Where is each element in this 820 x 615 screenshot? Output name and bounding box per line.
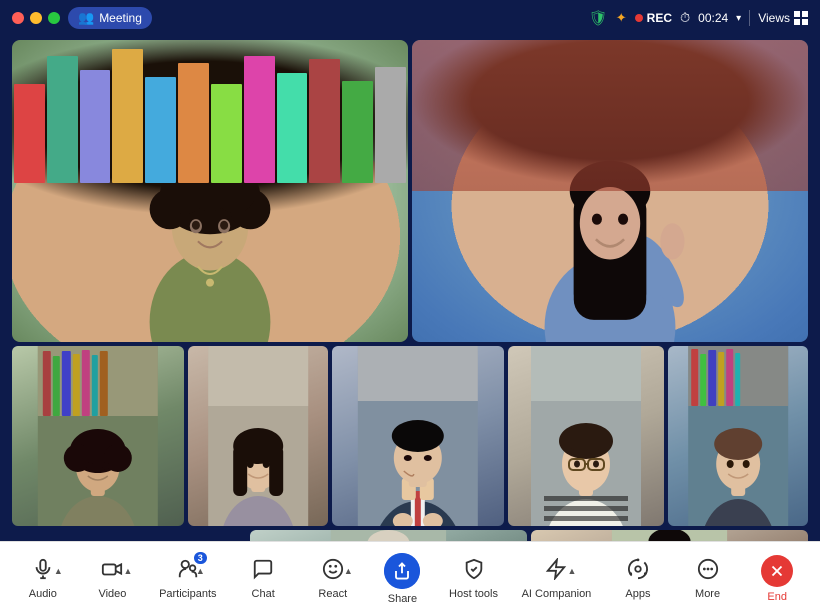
apps-icon (627, 558, 649, 584)
video-label: Video (98, 588, 126, 600)
main-video-area (0, 36, 820, 346)
ai-companion-icon-row: ▲ (545, 558, 567, 584)
audio-icon-row: ▲ (32, 558, 54, 584)
end-button[interactable]: End (750, 549, 804, 609)
gallery-tile-2 (188, 346, 328, 526)
gallery-tile-3 (332, 346, 504, 526)
participant-2-frame (412, 40, 808, 342)
rec-badge: REC (635, 11, 672, 25)
bookshelf-bg-2 (412, 40, 808, 191)
titlebar-left: 👥 Meeting (12, 7, 152, 29)
share-icon-row (384, 553, 420, 589)
react-button[interactable]: ▲ React (306, 552, 360, 606)
participants-chevron-icon: ▲ (196, 566, 205, 576)
audio-label: Audio (29, 588, 57, 600)
chat-icon (252, 558, 274, 584)
toolbar: ▲ Audio ▲ Video (0, 541, 820, 615)
shield-check-icon (463, 558, 485, 584)
gallery-participant-2-svg (188, 346, 328, 526)
more-icon-row (697, 558, 719, 584)
gallery-tile-1 (12, 346, 184, 526)
video-chevron-icon: ▲ (124, 566, 133, 576)
react-icon-row: ▲ (322, 558, 344, 584)
apps-label: Apps (625, 588, 650, 600)
share-icon (384, 553, 420, 589)
ai-companion-chevron-icon: ▲ (568, 566, 577, 576)
rec-label: REC (647, 11, 672, 25)
participants-label: Participants (159, 588, 216, 600)
gallery-participant-4-svg (508, 346, 664, 526)
chat-button[interactable]: Chat (236, 552, 290, 606)
gallery-participant-5-svg (668, 346, 808, 526)
participants-badge: 3 (194, 552, 207, 564)
gallery-participant-3-svg (332, 346, 504, 526)
people-icon: 👥 (78, 10, 94, 26)
shield-icon: 🛡 (589, 9, 608, 27)
share-label: Share (388, 593, 417, 605)
video-camera-icon (101, 558, 123, 584)
video-icon-row: ▲ (101, 558, 123, 584)
window-controls (12, 12, 60, 24)
audio-button[interactable]: ▲ Audio (16, 552, 70, 606)
star-icon: ✦ (616, 10, 627, 26)
views-grid-icon (794, 11, 808, 25)
gallery-video-area (0, 346, 820, 526)
end-icon (761, 555, 793, 587)
ai-companion-icon (545, 558, 567, 584)
maximize-window-button[interactable] (48, 12, 60, 24)
more-button[interactable]: More (681, 552, 735, 606)
host-tools-label: Host tools (449, 588, 498, 600)
more-label: More (695, 588, 720, 600)
close-window-button[interactable] (12, 12, 24, 24)
microphone-icon (32, 558, 54, 584)
gallery-tile-5 (668, 346, 808, 526)
rec-dot (635, 14, 643, 22)
more-icon (697, 558, 719, 584)
end-label: End (767, 591, 787, 603)
titlebar: 👥 Meeting 🛡 ✦ REC ⏱ 00:24 ▾ Views (0, 0, 820, 36)
apps-button[interactable]: Apps (611, 552, 665, 606)
react-icon (322, 558, 344, 584)
participants-icon-row: 3 ▲ (177, 558, 199, 584)
participants-button[interactable]: 3 ▲ Participants (155, 552, 220, 606)
host-tools-icon-row (463, 558, 485, 584)
main-video-tile-2 (412, 40, 808, 342)
divider (749, 10, 750, 26)
ai-companion-button[interactable]: ▲ AI Companion (518, 552, 596, 606)
react-chevron-icon: ▲ (344, 566, 353, 576)
titlebar-right: 🛡 ✦ REC ⏱ 00:24 ▾ Views (589, 9, 808, 27)
participant-1-frame (12, 40, 408, 342)
host-tools-button[interactable]: Host tools (445, 552, 502, 606)
rec-chevron-icon[interactable]: ▾ (736, 13, 741, 24)
react-label: React (318, 588, 347, 600)
chat-icon-row (252, 558, 274, 584)
video-button[interactable]: ▲ Video (85, 552, 139, 606)
views-label: Views (758, 11, 790, 25)
audio-chevron-icon: ▲ (54, 566, 63, 576)
meeting-badge[interactable]: 👥 Meeting (68, 7, 152, 29)
apps-icon-row (627, 558, 649, 584)
gallery-tile-4 (508, 346, 664, 526)
end-icon-row (761, 555, 793, 587)
bookshelf-bg-1 (12, 40, 408, 185)
timer-icon: ⏱ (680, 10, 690, 26)
minimize-window-button[interactable] (30, 12, 42, 24)
main-video-tile-1 (12, 40, 408, 342)
share-button[interactable]: Share (375, 547, 429, 611)
timer-display: 00:24 (698, 11, 728, 25)
ai-companion-label: AI Companion (522, 588, 592, 600)
meeting-label: Meeting (99, 11, 142, 25)
gallery-participant-1-svg (12, 346, 184, 526)
views-button[interactable]: Views (758, 11, 808, 25)
chat-label: Chat (252, 588, 275, 600)
